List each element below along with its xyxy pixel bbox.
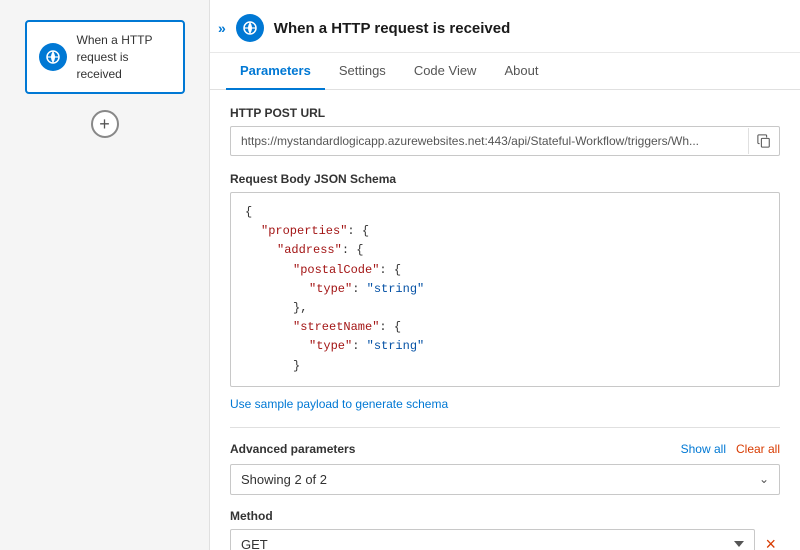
schema-editor[interactable]: { "properties": { "address": { "postalCo… — [230, 192, 780, 387]
json-line-6: }, — [245, 299, 765, 318]
divider — [230, 427, 780, 428]
advanced-parameters-dropdown[interactable]: Showing 2 of 2 ⌄ — [230, 464, 780, 495]
tab-code-view[interactable]: Code View — [400, 53, 491, 90]
workflow-card[interactable]: When a HTTP request is received — [25, 20, 185, 94]
json-line-2: "properties": { — [245, 222, 765, 241]
json-line-5: "type": "string" — [245, 280, 765, 299]
url-field: https://mystandardlogicapp.azurewebsites… — [230, 126, 780, 156]
add-step-container: + — [91, 110, 119, 138]
show-all-button[interactable]: Show all — [681, 442, 726, 456]
method-label: Method — [230, 509, 780, 523]
expand-icon[interactable]: » — [218, 20, 226, 36]
http-post-url-label: HTTP POST URL — [230, 106, 780, 120]
tab-parameters[interactable]: Parameters — [226, 53, 325, 90]
workflow-card-label: When a HTTP request is received — [77, 32, 171, 82]
panel-header: » When a HTTP request is received — [210, 0, 800, 53]
http-trigger-icon — [39, 43, 67, 71]
json-line-7: "streetName": { — [245, 318, 765, 337]
right-panel: » When a HTTP request is received Parame… — [210, 0, 800, 550]
left-panel: When a HTTP request is received + — [0, 0, 210, 550]
json-line-3: "address": { — [245, 241, 765, 260]
advanced-parameters-header: Advanced parameters Show all Clear all — [230, 442, 780, 456]
json-line-4: "postalCode": { — [245, 261, 765, 280]
content-area: HTTP POST URL https://mystandardlogicapp… — [210, 90, 800, 550]
json-line-8: "type": "string" — [245, 337, 765, 356]
json-line-1: { — [245, 203, 765, 222]
showing-text: Showing 2 of 2 — [241, 472, 759, 487]
tab-settings[interactable]: Settings — [325, 53, 400, 90]
header-trigger-icon — [236, 14, 264, 42]
json-line-9: } — [245, 357, 765, 376]
url-text: https://mystandardlogicapp.azurewebsites… — [231, 127, 748, 155]
add-step-button[interactable]: + — [91, 110, 119, 138]
tab-about[interactable]: About — [490, 53, 552, 90]
advanced-parameters-label: Advanced parameters — [230, 442, 355, 456]
method-dropdown-row: GET POST PUT DELETE PATCH × — [230, 529, 780, 550]
method-param-row: Method GET POST PUT DELETE PATCH × — [230, 509, 780, 550]
copy-url-button[interactable] — [748, 128, 779, 154]
sample-payload-link[interactable]: Use sample payload to generate schema — [230, 397, 780, 411]
advanced-actions: Show all Clear all — [681, 442, 780, 456]
method-select[interactable]: GET POST PUT DELETE PATCH — [230, 529, 755, 550]
copy-icon — [757, 134, 771, 148]
panel-title: When a HTTP request is received — [274, 20, 510, 37]
method-remove-button[interactable]: × — [761, 530, 780, 550]
schema-label: Request Body JSON Schema — [230, 172, 780, 186]
chevron-down-icon: ⌄ — [759, 472, 769, 486]
tabs-bar: Parameters Settings Code View About — [210, 53, 800, 90]
clear-all-button[interactable]: Clear all — [736, 442, 780, 456]
